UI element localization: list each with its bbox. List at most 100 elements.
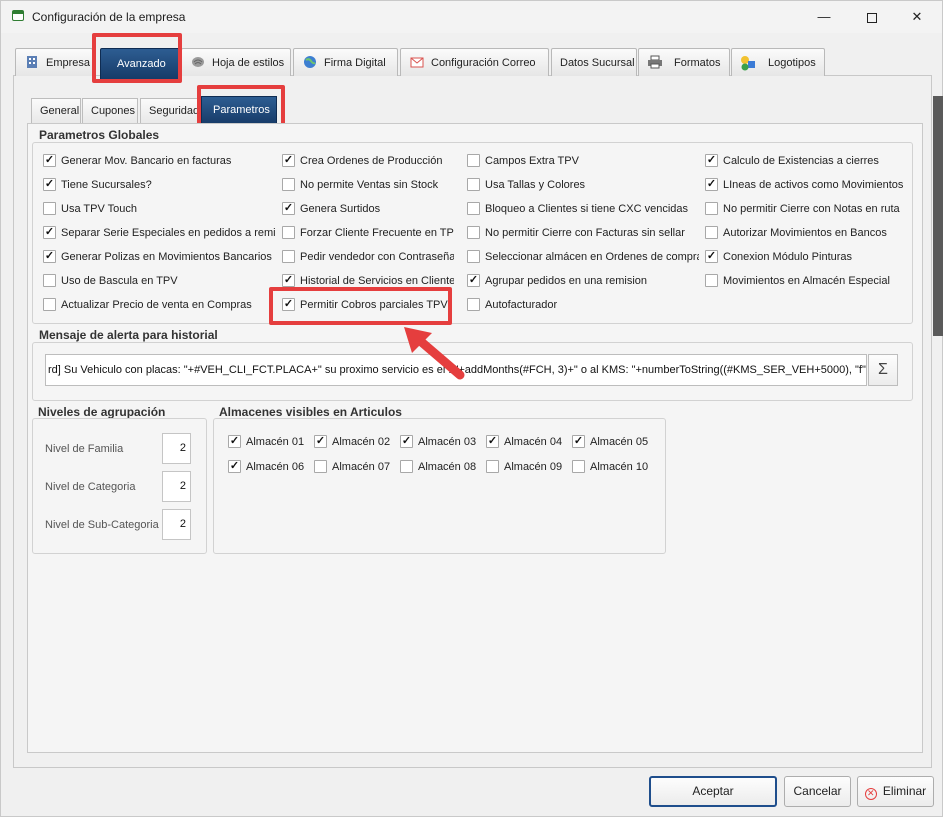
checkbox-box[interactable]: ✓ bbox=[572, 435, 585, 448]
param-checkbox[interactable]: Usa Tallas y Colores bbox=[467, 178, 699, 194]
param-checkbox[interactable]: ✓ Agrupar pedidos en una remision bbox=[467, 274, 699, 290]
checkbox-label: Almacén 08 bbox=[418, 461, 477, 473]
tab-formatos[interactable]: Formatos bbox=[638, 48, 730, 76]
param-checkbox[interactable]: Movimientos en Almacén Especial bbox=[705, 274, 905, 290]
param-checkbox[interactable]: Bloqueo a Clientes si tiene CXC vencidas bbox=[467, 202, 699, 218]
subtab-general[interactable]: General bbox=[31, 98, 81, 124]
param-checkbox[interactable]: ✓ Conexion Módulo Pinturas bbox=[705, 250, 905, 266]
checkbox-box[interactable] bbox=[486, 460, 499, 473]
checkbox-box[interactable] bbox=[400, 460, 413, 473]
minimize-button[interactable]: — bbox=[801, 1, 847, 33]
cancel-button[interactable]: Cancelar bbox=[784, 776, 851, 807]
checkbox-box[interactable]: ✓ bbox=[43, 154, 56, 167]
subtab-cupones[interactable]: Cupones bbox=[82, 98, 138, 124]
checkbox-box[interactable] bbox=[705, 226, 718, 239]
param-checkbox[interactable]: Autofacturador bbox=[467, 298, 699, 314]
param-checkbox[interactable]: No permitir Cierre con Notas en ruta bbox=[705, 202, 905, 218]
mensaje-alerta-title: Mensaje de alerta para historial bbox=[39, 328, 218, 342]
checkbox-box[interactable]: ✓ bbox=[282, 298, 295, 311]
param-checkbox[interactable]: Forzar Cliente Frecuente en TPV bbox=[282, 226, 454, 242]
tab-label: Empresa bbox=[46, 57, 91, 69]
nivel-familia-input[interactable]: 2 bbox=[162, 433, 191, 464]
checkbox-box[interactable] bbox=[467, 250, 480, 263]
checkbox-box[interactable]: ✓ bbox=[705, 154, 718, 167]
checkbox-box[interactable] bbox=[705, 274, 718, 287]
tab-label: Parametros bbox=[213, 104, 270, 116]
tab-firma-digital[interactable]: Firma Digital bbox=[293, 48, 398, 76]
checkbox-box[interactable] bbox=[467, 298, 480, 311]
tab-datos-sucursal[interactable]: Datos Sucursal bbox=[551, 48, 637, 76]
param-checkbox[interactable]: Actualizar Precio de venta en Compras bbox=[43, 298, 275, 314]
checkbox-box[interactable] bbox=[43, 298, 56, 311]
subtab-seguridad[interactable]: Seguridad bbox=[140, 98, 200, 124]
param-checkbox[interactable]: ✓ Historial de Servicios en Clientes bbox=[282, 274, 454, 290]
checkbox-box[interactable]: ✓ bbox=[228, 435, 241, 448]
checkbox-box[interactable]: ✓ bbox=[314, 435, 327, 448]
checkbox-box[interactable] bbox=[705, 202, 718, 215]
param-checkbox[interactable]: No permitir Cierre con Facturas sin sell… bbox=[467, 226, 699, 242]
checkbox-box[interactable] bbox=[572, 460, 585, 473]
param-checkbox[interactable]: ✓ Generar Polizas en Movimientos Bancario… bbox=[43, 250, 275, 266]
param-checkbox[interactable]: ✓ Crea Ordenes de Producción bbox=[282, 154, 454, 170]
checkbox-box[interactable]: ✓ bbox=[43, 178, 56, 191]
checkbox-label: Generar Mov. Bancario en facturas bbox=[61, 155, 232, 167]
param-checkbox[interactable]: Uso de Bascula en TPV bbox=[43, 274, 275, 290]
checkbox-box[interactable]: ✓ bbox=[467, 274, 480, 287]
checkbox-box[interactable] bbox=[282, 226, 295, 239]
checkbox-label: Usa Tallas y Colores bbox=[485, 179, 586, 191]
param-checkbox[interactable]: Usa TPV Touch bbox=[43, 202, 275, 218]
nivel-categoria-input[interactable]: 2 bbox=[162, 471, 191, 502]
subtab-parametros[interactable]: Parametros bbox=[201, 96, 277, 124]
param-checkbox[interactable]: ✓ LIneas de activos como Movimientos bbox=[705, 178, 905, 194]
building-icon bbox=[24, 55, 40, 71]
tab-hoja-de-estilos[interactable]: Hoja de estilos bbox=[181, 48, 291, 76]
checkbox-label: Actualizar Precio de venta en Compras bbox=[61, 299, 252, 311]
checkbox-label: Tiene Sucursales? bbox=[61, 179, 152, 191]
checkbox-box[interactable] bbox=[467, 202, 480, 215]
tab-avanzado[interactable]: Avanzado bbox=[100, 48, 181, 79]
window-title: Configuración de la empresa bbox=[32, 10, 186, 24]
checkbox-box[interactable]: ✓ bbox=[486, 435, 499, 448]
checkbox-box[interactable] bbox=[467, 154, 480, 167]
param-checkbox[interactable]: Autorizar Movimientos en Bancos bbox=[705, 226, 905, 242]
tab-logotipos[interactable]: Logotipos bbox=[731, 48, 825, 76]
checkbox-box[interactable]: ✓ bbox=[43, 250, 56, 263]
delete-button[interactable]: ✕ Eliminar bbox=[857, 776, 934, 807]
checkbox-box[interactable]: ✓ bbox=[43, 226, 56, 239]
alert-message-input[interactable]: rd] Su Vehiculo con placas: "+#VEH_CLI_F… bbox=[45, 354, 867, 386]
param-checkbox[interactable]: Pedir vendedor con Contraseña bbox=[282, 250, 454, 266]
checkbox-box[interactable] bbox=[282, 178, 295, 191]
param-checkbox[interactable]: ✓ Genera Surtidos bbox=[282, 202, 454, 218]
checkbox-box[interactable] bbox=[43, 274, 56, 287]
accept-button[interactable]: Aceptar bbox=[649, 776, 777, 807]
maximize-button[interactable] bbox=[849, 1, 895, 33]
nivel-subcategoria-input[interactable]: 2 bbox=[162, 509, 191, 540]
tab-configuracion-correo[interactable]: Configuración Correo bbox=[400, 48, 549, 76]
checkbox-box[interactable] bbox=[467, 178, 480, 191]
checkbox-box[interactable]: ✓ bbox=[228, 460, 241, 473]
checkbox-box[interactable]: ✓ bbox=[705, 178, 718, 191]
param-checkbox[interactable]: ✓ Permitir Cobros parciales TPV bbox=[282, 298, 454, 314]
param-checkbox[interactable]: ✓ Calculo de Existencias a cierres bbox=[705, 154, 905, 170]
checkbox-box[interactable] bbox=[282, 250, 295, 263]
checkbox-label: Almacén 02 bbox=[332, 436, 391, 448]
tab-label: Seguridad bbox=[149, 105, 200, 117]
close-button[interactable]: ✕ bbox=[894, 1, 940, 33]
checkbox-box[interactable] bbox=[43, 202, 56, 215]
checkbox-box[interactable]: ✓ bbox=[400, 435, 413, 448]
param-checkbox[interactable]: Campos Extra TPV bbox=[467, 154, 699, 170]
checkbox-label: Almacén 04 bbox=[504, 436, 563, 448]
param-checkbox[interactable]: ✓ Generar Mov. Bancario en facturas bbox=[43, 154, 275, 170]
checkbox-box[interactable]: ✓ bbox=[705, 250, 718, 263]
checkbox-box[interactable] bbox=[467, 226, 480, 239]
param-checkbox[interactable]: Seleccionar almácen en Ordenes de compra bbox=[467, 250, 699, 266]
checkbox-box[interactable] bbox=[314, 460, 327, 473]
tab-empresa[interactable]: Empresa bbox=[15, 48, 93, 76]
checkbox-box[interactable]: ✓ bbox=[282, 202, 295, 215]
checkbox-box[interactable]: ✓ bbox=[282, 154, 295, 167]
param-checkbox[interactable]: No permite Ventas sin Stock bbox=[282, 178, 454, 194]
checkbox-box[interactable]: ✓ bbox=[282, 274, 295, 287]
param-checkbox[interactable]: ✓ Separar Serie Especiales en pedidos a r… bbox=[43, 226, 275, 242]
sigma-button[interactable]: Σ bbox=[868, 354, 898, 386]
param-checkbox[interactable]: ✓ Tiene Sucursales? bbox=[43, 178, 275, 194]
